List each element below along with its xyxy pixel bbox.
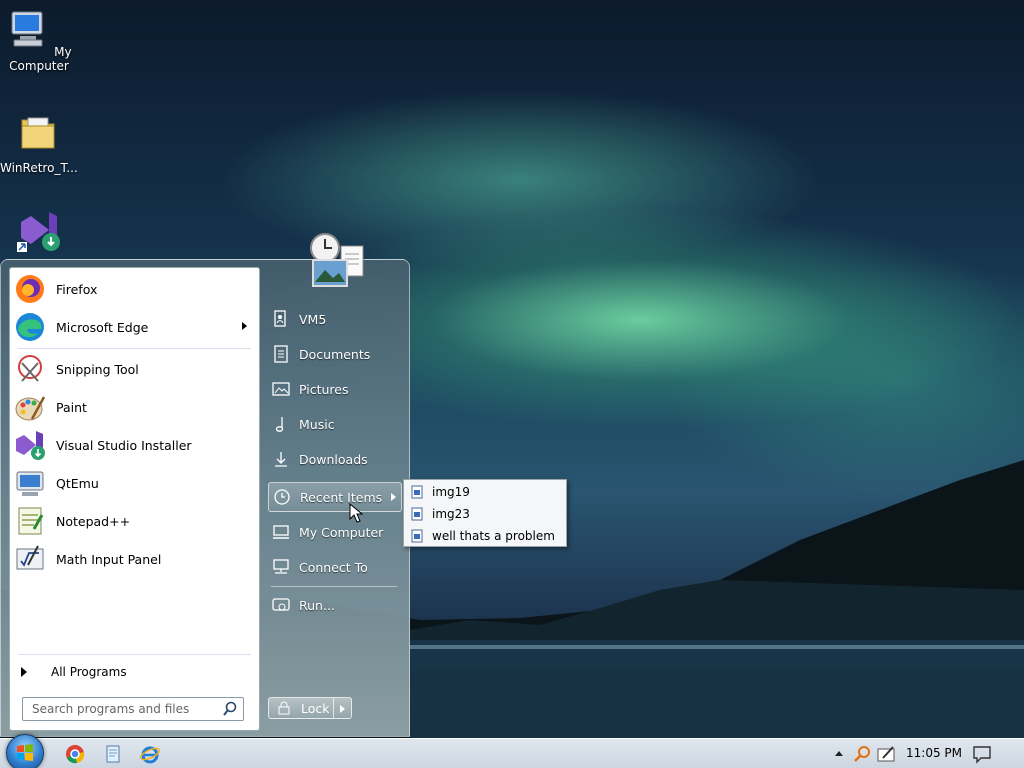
program-paint[interactable]: Paint — [10, 389, 259, 425]
math-input-panel-icon — [16, 545, 44, 570]
chrome-icon[interactable] — [64, 743, 86, 765]
search-tray-icon[interactable] — [853, 744, 873, 764]
program-snipping-tool[interactable]: Snipping Tool — [10, 351, 259, 387]
place-run[interactable]: Run... — [268, 590, 402, 620]
place-label: Run... — [299, 597, 335, 613]
place-label: My Computer — [299, 524, 384, 540]
place-recent-items[interactable]: Recent Items — [268, 482, 402, 512]
desktop-icon-vs-installer[interactable] — [1, 208, 77, 259]
recent-item[interactable]: img23 — [406, 503, 564, 525]
desktop-icon-winretro[interactable]: WinRetro_T... — [0, 110, 78, 175]
program-firefox[interactable]: Firefox — [10, 271, 259, 307]
search-icon[interactable] — [221, 700, 239, 718]
place-music[interactable]: Music — [268, 409, 402, 439]
image-file-icon — [411, 507, 423, 521]
submenu-arrow-icon — [391, 493, 396, 501]
edge-icon — [16, 313, 44, 341]
lock-label: Lock — [301, 700, 330, 716]
taskbar-clock[interactable]: 11:05 PM — [906, 746, 962, 760]
music-icon — [271, 414, 291, 434]
image-file-icon — [411, 529, 423, 543]
program-qtemu[interactable]: QtEmu — [10, 465, 259, 501]
place-my-computer[interactable]: My Computer — [268, 517, 402, 547]
pictures-icon — [271, 379, 291, 399]
program-label: Visual Studio Installer — [56, 437, 192, 453]
start-menu-places-pane: VM5 Documents Pictures Music Downloads R… — [263, 260, 411, 738]
place-label: VM5 — [299, 311, 327, 327]
desktop-icon-my-computer[interactable]: My Computer — [1, 8, 77, 73]
recent-items-submenu: img19 img23 well thats a problem — [403, 479, 567, 547]
start-menu: Firefox Microsoft Edge Snipping Tool Pai… — [0, 259, 410, 737]
place-label: Downloads — [299, 451, 368, 467]
notepad-plus-plus-icon — [18, 507, 44, 535]
program-math-input-panel[interactable]: Math Input Panel — [10, 541, 259, 577]
notepad-icon[interactable] — [102, 743, 124, 765]
separator — [271, 586, 397, 587]
place-documents[interactable]: Documents — [268, 339, 402, 369]
documents-icon — [271, 344, 291, 364]
program-label: Snipping Tool — [56, 361, 139, 377]
program-visual-studio-installer[interactable]: Visual Studio Installer — [10, 427, 259, 463]
clock-icon — [272, 487, 292, 507]
show-hidden-icons-arrow[interactable] — [832, 747, 846, 761]
program-label: Paint — [56, 399, 87, 415]
submenu-arrow-icon — [242, 322, 247, 330]
place-label: Documents — [299, 346, 371, 362]
all-programs-label: All Programs — [51, 665, 127, 679]
desktop-icon-label: WinRetro_T... — [0, 161, 78, 175]
recent-item-label: img23 — [432, 507, 470, 521]
place-label: Connect To — [299, 559, 368, 575]
recent-item-label: well thats a problem — [432, 529, 555, 543]
place-vm5[interactable]: VM5 — [268, 304, 402, 334]
folder-icon — [21, 117, 55, 149]
program-microsoft-edge[interactable]: Microsoft Edge — [10, 309, 259, 345]
start-search-box[interactable]: Search programs and files — [22, 697, 244, 721]
place-connect-to[interactable]: Connect To — [268, 552, 402, 582]
lock-button[interactable]: Lock — [268, 697, 334, 719]
paint-icon — [15, 396, 46, 421]
separator — [18, 348, 251, 349]
run-icon — [271, 595, 291, 615]
start-button[interactable] — [6, 734, 44, 768]
image-file-icon — [411, 485, 423, 499]
all-programs-button[interactable]: All Programs — [10, 660, 259, 684]
program-label: QtEmu — [56, 475, 99, 491]
user-folder-icon — [271, 309, 291, 329]
place-downloads[interactable]: Downloads — [268, 444, 402, 474]
snipping-tool-icon — [18, 355, 42, 382]
network-icon — [271, 557, 291, 577]
pen-tray-icon[interactable] — [876, 744, 896, 764]
program-label: Math Input Panel — [56, 551, 162, 567]
lock-icon — [278, 701, 290, 715]
firefox-icon — [16, 275, 44, 303]
expand-arrow-icon — [21, 667, 27, 677]
visual-studio-installer-icon — [17, 212, 60, 252]
place-label: Pictures — [299, 381, 349, 397]
recent-item[interactable]: well thats a problem — [406, 525, 564, 547]
program-notepad-plus-plus[interactable]: Notepad++ — [10, 503, 259, 539]
windows-logo-icon — [17, 744, 33, 761]
separator — [18, 654, 251, 655]
qtemu-icon — [16, 471, 44, 496]
computer-icon — [271, 522, 291, 542]
place-label: Music — [299, 416, 335, 432]
program-label: Notepad++ — [56, 513, 131, 529]
search-input[interactable]: Search programs and files — [32, 702, 221, 716]
notification-icon[interactable] — [972, 744, 992, 764]
shutdown-options-button[interactable] — [334, 697, 352, 719]
place-pictures[interactable]: Pictures — [268, 374, 402, 404]
internet-explorer-icon[interactable] — [139, 743, 161, 765]
downloads-icon — [271, 449, 291, 469]
user-picture-icon — [310, 233, 364, 287]
recent-item[interactable]: img19 — [406, 481, 564, 503]
recent-item-label: img19 — [432, 485, 470, 499]
mouse-cursor-icon — [349, 503, 363, 523]
program-label: Firefox — [56, 281, 98, 297]
start-menu-programs-pane: Firefox Microsoft Edge Snipping Tool Pai… — [9, 267, 260, 731]
place-label: Recent Items — [300, 489, 383, 505]
taskbar: 11:05 PM — [0, 734, 1024, 768]
visual-studio-installer-icon — [16, 431, 45, 460]
program-label: Microsoft Edge — [56, 319, 149, 335]
my-computer-icon — [11, 11, 43, 47]
